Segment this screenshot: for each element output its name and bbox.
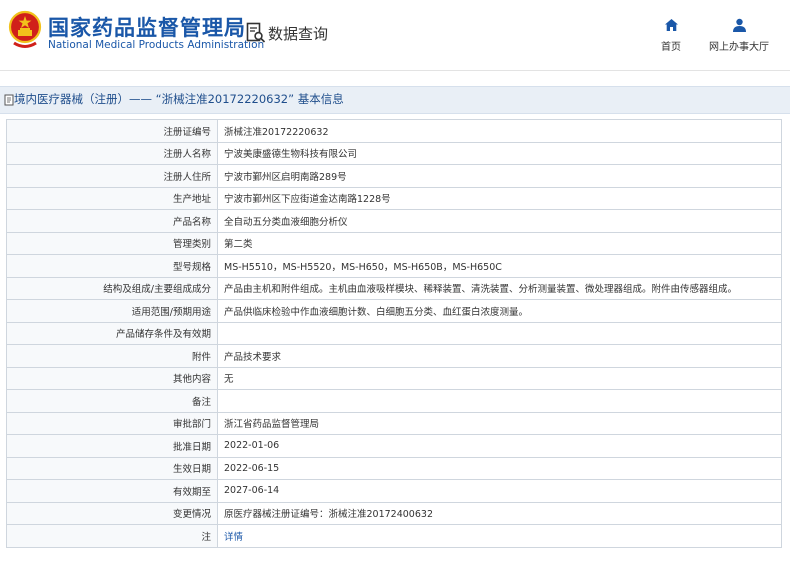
- table-row: 生产地址 宁波市鄞州区下应街道金达南路1228号: [6, 186, 782, 210]
- table-row: 适用范围/预期用途 产品供临床检验中作血液细胞计数、白细胞五分类、血红蛋白浓度测量…: [6, 299, 782, 323]
- field-value: 全自动五分类血液细胞分析仪: [217, 209, 782, 233]
- site-header: 国家药品监督管理局 National Medical Products Admi…: [0, 0, 790, 70]
- nav-online-service-hall[interactable]: 网上办事大厅: [700, 18, 778, 53]
- nav-hall-label: 网上办事大厅: [709, 42, 769, 53]
- field-value: 2022-01-06: [217, 434, 782, 458]
- table-row: 批准日期 2022-01-06: [6, 434, 782, 458]
- table-row: 结构及组成/主要组成成分 产品由主机和附件组成。主机由血液吸样模块、稀释装置、清洗…: [6, 276, 782, 300]
- user-icon: [732, 18, 746, 32]
- field-label: 注册证编号: [6, 119, 218, 143]
- table-row: 变更情况 原医疗器械注册证编号：浙械注准20172400632: [6, 501, 782, 525]
- field-label: 产品名称: [6, 209, 218, 233]
- field-label: 有效期至: [6, 479, 218, 503]
- table-row: 注册证编号 浙械注准20172220632: [6, 119, 782, 143]
- field-label: 其他内容: [6, 366, 218, 390]
- table-row: 备注: [6, 389, 782, 413]
- field-label: 管理类别: [6, 231, 218, 255]
- table-row: 审批部门 浙江省药品监督管理局: [6, 411, 782, 435]
- field-value: [217, 321, 782, 345]
- field-value: 浙江省药品监督管理局: [217, 411, 782, 435]
- field-value: 详情: [217, 524, 782, 548]
- home-icon: [664, 19, 678, 31]
- field-label: 产品储存条件及有效期: [6, 321, 218, 345]
- field-value: 2027-06-14: [217, 479, 782, 503]
- field-label: 备注: [6, 389, 218, 413]
- field-value: 浙械注准20172220632: [217, 119, 782, 143]
- header-divider: [0, 70, 790, 71]
- field-value: 第二类: [217, 231, 782, 255]
- field-label: 注册人名称: [6, 141, 218, 165]
- field-value: 无: [217, 366, 782, 390]
- section-title-bar: 境内医疗器械（注册）—— “浙械注准20172220632” 基本信息: [0, 86, 790, 114]
- table-row: 产品名称 全自动五分类血液细胞分析仪: [6, 209, 782, 233]
- device-info-table: 注册证编号 浙械注准20172220632 注册人名称 宁波美康盛德生物科技有限公司注…: [6, 119, 782, 548]
- field-value: 2022-06-15: [217, 456, 782, 480]
- field-value: 宁波市鄞州区启明南路289号: [217, 164, 782, 188]
- field-value: 宁波市鄞州区下应街道金达南路1228号: [217, 186, 782, 210]
- table-row: 注册人住所 宁波市鄞州区启明南路289号: [6, 164, 782, 188]
- field-label: 注: [6, 524, 218, 548]
- table-row: 其他内容无: [6, 366, 782, 390]
- document-icon: [4, 94, 14, 106]
- field-label: 变更情况: [6, 501, 218, 525]
- field-label: 适用范围/预期用途: [6, 299, 218, 323]
- field-label: 审批部门: [6, 411, 218, 435]
- field-label: 注册人住所: [6, 164, 218, 188]
- national-emblem-icon: [8, 10, 42, 48]
- document-search-icon: [246, 22, 266, 43]
- field-label: 生产地址: [6, 186, 218, 210]
- field-value: 产品供临床检验中作血液细胞计数、白细胞五分类、血红蛋白浓度测量。: [217, 299, 782, 323]
- table-row: 生效日期 2022-06-15: [6, 456, 782, 480]
- field-value: MS-H5510，MS-H5520，MS-H650，MS-H650B，MS-H6…: [217, 254, 782, 278]
- nav-home-label: 首页: [661, 42, 681, 53]
- field-value: [217, 389, 782, 413]
- brand-name-cn: 国家药品监督管理局: [48, 16, 246, 40]
- table-row: 产品储存条件及有效期: [6, 321, 782, 345]
- page-title: 境内医疗器械（注册）—— “浙械注准20172220632” 基本信息: [14, 92, 344, 106]
- table-row: 管理类别 第二类: [6, 231, 782, 255]
- field-value: 产品由主机和附件组成。主机由血液吸样模块、稀释装置、清洗装置、分析测量装置、微处…: [217, 276, 782, 300]
- table-row: 有效期至 2027-06-14: [6, 479, 782, 503]
- table-row: 注详情: [6, 524, 782, 548]
- nav-home[interactable]: 首页: [656, 18, 686, 53]
- table-row: 附件 产品技术要求: [6, 344, 782, 368]
- field-value: 宁波美康盛德生物科技有限公司: [217, 141, 782, 165]
- details-link[interactable]: 详情: [224, 532, 243, 543]
- field-value: 产品技术要求: [217, 344, 782, 368]
- field-label: 批准日期: [6, 434, 218, 458]
- field-label: 型号规格: [6, 254, 218, 278]
- table-row: 注册人名称 宁波美康盛德生物科技有限公司: [6, 141, 782, 165]
- field-label: 生效日期: [6, 456, 218, 480]
- brand-name-en: National Medical Products Administration: [48, 39, 265, 51]
- table-row: 型号规格 MS-H5510，MS-H5520，MS-H650，MS-H650B，M…: [6, 254, 782, 278]
- field-label: 附件: [6, 344, 218, 368]
- query-title: 数据查询: [268, 25, 329, 43]
- field-label: 结构及组成/主要组成成分: [6, 276, 218, 300]
- field-value: 原医疗器械注册证编号：浙械注准20172400632: [217, 501, 782, 525]
